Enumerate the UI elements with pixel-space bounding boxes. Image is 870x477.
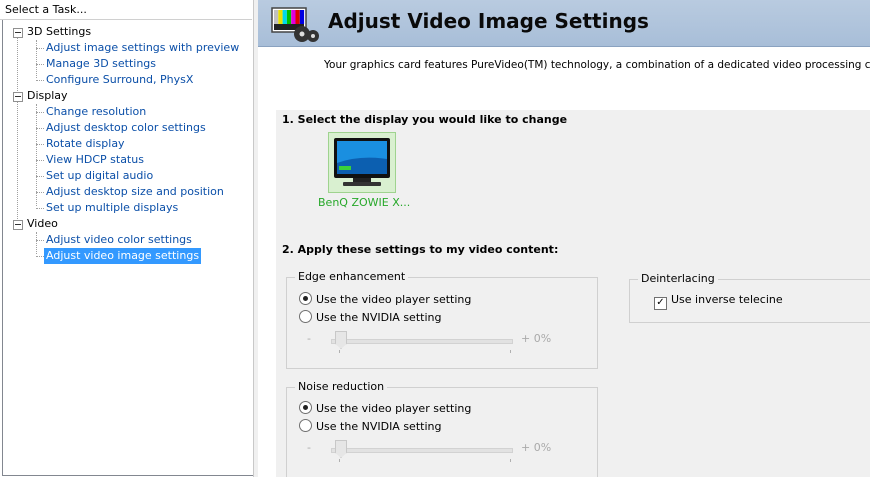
tree-line — [17, 37, 18, 229]
slider-tick — [510, 459, 511, 462]
tree-line — [36, 64, 44, 65]
collapse-video-icon[interactable] — [13, 220, 23, 230]
noise-nvidia-setting-option[interactable]: Use the NVIDIA setting — [299, 419, 441, 435]
noise-reduction-title: Noise reduction — [295, 380, 388, 393]
tree-category-3d-settings[interactable]: 3D Settings — [27, 24, 91, 40]
tree-line — [36, 128, 44, 129]
tree-line — [36, 80, 44, 81]
monitor-icon — [334, 138, 390, 186]
task-adjust-video-color-settings[interactable]: Adjust video color settings — [46, 232, 192, 248]
slider-thumb[interactable] — [335, 331, 347, 349]
task-tree[interactable]: 3D Settings Adjust image settings with p… — [2, 20, 254, 476]
edge-nvidia-setting-option[interactable]: Use the NVIDIA setting — [299, 310, 441, 326]
tree-line — [36, 160, 44, 161]
task-pane: Select a Task... 3D Settings Adjust imag… — [0, 0, 256, 477]
display-label[interactable]: BenQ ZOWIE X... — [318, 196, 410, 209]
edge-player-setting-option[interactable]: Use the video player setting — [299, 292, 471, 308]
tree-line — [36, 40, 37, 78]
deinterlacing-title: Deinterlacing — [638, 272, 718, 285]
checkbox-checked-icon[interactable]: ✓ — [654, 297, 667, 310]
edge-nvidia-setting-label: Use the NVIDIA setting — [316, 311, 442, 324]
tree-line — [36, 48, 44, 49]
task-pane-header: Select a Task... — [0, 0, 252, 20]
tree-line — [36, 208, 44, 209]
tree-line — [36, 104, 37, 206]
content-pane: Adjust Video Image Settings Your graphic… — [258, 0, 870, 477]
edge-enhancement-value: + 0% — [521, 332, 552, 345]
task-view-hdcp-status[interactable]: View HDCP status — [46, 152, 144, 168]
noise-reduction-group: Noise reduction Use the video player set… — [286, 380, 598, 477]
task-adjust-video-image-settings[interactable]: Adjust video image settings — [44, 248, 202, 264]
slider-track[interactable] — [331, 339, 513, 344]
task-adjust-image-settings-with-preview[interactable]: Adjust image settings with preview — [46, 40, 239, 56]
settings-panel: 1. Select the display you would like to … — [276, 110, 870, 477]
section-select-display-title: 1. Select the display you would like to … — [282, 113, 568, 126]
task-rotate-display[interactable]: Rotate display — [46, 136, 125, 152]
noise-reduction-value: + 0% — [521, 441, 552, 454]
collapse-display-icon[interactable] — [13, 92, 23, 102]
radio-unselected-icon[interactable] — [299, 419, 312, 432]
radio-selected-icon[interactable] — [299, 401, 312, 414]
page-title: Adjust Video Image Settings — [328, 9, 649, 33]
intro-text: Your graphics card features PureVideo(TM… — [324, 59, 870, 71]
task-adjust-desktop-color-settings[interactable]: Adjust desktop color settings — [46, 120, 206, 136]
noise-player-setting-option[interactable]: Use the video player setting — [299, 401, 471, 417]
collapse-3d-settings-icon[interactable] — [13, 28, 23, 38]
slider-tick — [339, 459, 340, 462]
task-change-resolution[interactable]: Change resolution — [46, 104, 146, 120]
noise-player-setting-label: Use the video player setting — [316, 402, 472, 415]
radio-unselected-icon[interactable] — [299, 310, 312, 323]
edge-enhancement-group: Edge enhancement Use the video player se… — [286, 270, 598, 369]
task-manage-3d-settings[interactable]: Manage 3D settings — [46, 56, 156, 72]
slider-tick — [339, 350, 340, 353]
task-configure-surround-physx[interactable]: Configure Surround, PhysX — [46, 72, 193, 88]
task-adjust-desktop-size-and-position[interactable]: Adjust desktop size and position — [46, 184, 224, 200]
slider-min-symbol: - — [307, 332, 311, 345]
tree-line — [36, 232, 37, 254]
video-settings-icon — [271, 7, 319, 42]
inverse-telecine-option[interactable]: ✓ Use inverse telecine — [654, 292, 783, 310]
tree-category-video[interactable]: Video — [27, 216, 58, 232]
slider-track[interactable] — [331, 448, 513, 453]
task-pane-title: Select a Task... — [5, 3, 87, 16]
tree-line — [36, 192, 44, 193]
display-tile[interactable] — [328, 132, 396, 193]
tree-line — [36, 256, 44, 257]
edge-player-setting-label: Use the video player setting — [316, 293, 472, 306]
tree-line — [36, 112, 44, 113]
slider-min-symbol: - — [307, 441, 311, 454]
inverse-telecine-label: Use inverse telecine — [671, 293, 783, 306]
deinterlacing-group: Deinterlacing ✓ Use inverse telecine — [629, 272, 870, 323]
task-set-up-multiple-displays[interactable]: Set up multiple displays — [46, 200, 178, 216]
section-apply-settings-title: 2. Apply these settings to my video cont… — [282, 243, 559, 256]
edge-enhancement-slider[interactable]: - + 0% — [307, 330, 577, 353]
noise-nvidia-setting-label: Use the NVIDIA setting — [316, 420, 442, 433]
edge-enhancement-title: Edge enhancement — [295, 270, 409, 283]
page-banner: Adjust Video Image Settings — [258, 0, 870, 47]
tree-category-display[interactable]: Display — [27, 88, 68, 104]
tree-line — [36, 176, 44, 177]
tree-line — [36, 144, 44, 145]
slider-thumb[interactable] — [335, 440, 347, 458]
slider-tick — [510, 350, 511, 353]
radio-selected-icon[interactable] — [299, 292, 312, 305]
noise-reduction-slider[interactable]: - + 0% — [307, 439, 577, 462]
task-set-up-digital-audio[interactable]: Set up digital audio — [46, 168, 153, 184]
tree-line — [36, 240, 44, 241]
